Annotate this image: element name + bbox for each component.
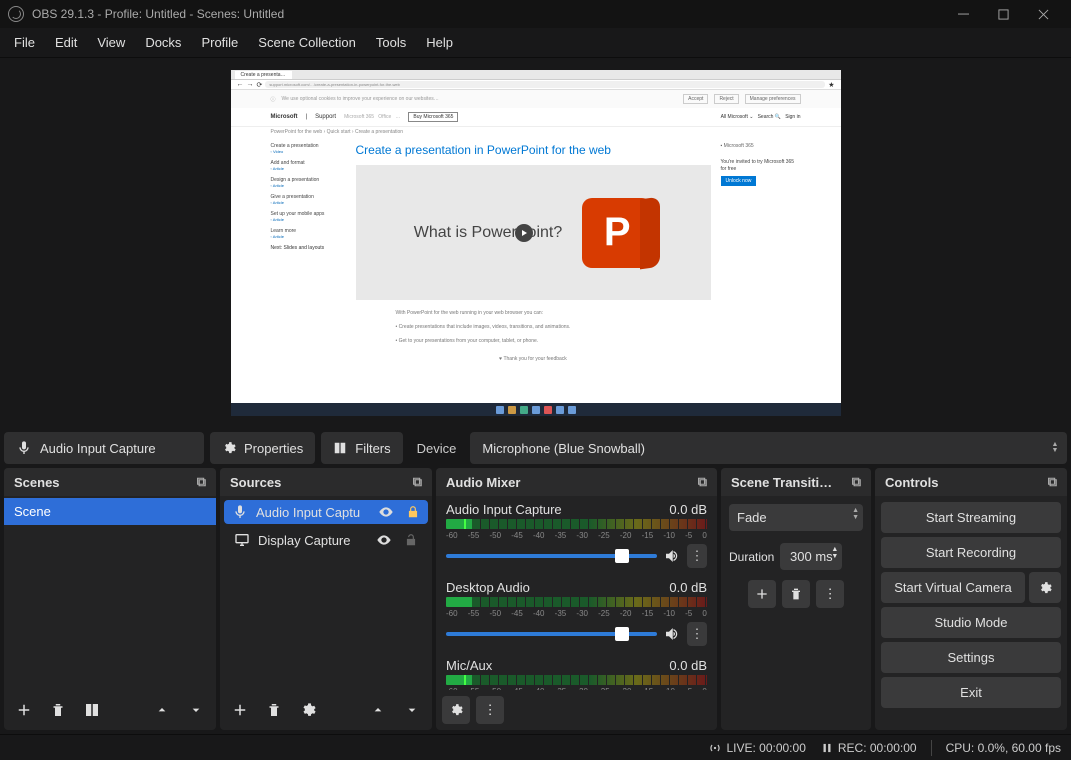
broadcast-icon — [708, 741, 722, 755]
statusbar: LIVE: 00:00:00 REC: 00:00:00 CPU: 0.0%, … — [0, 734, 1071, 760]
device-select[interactable]: Microphone (Blue Snowball) ▲▼ — [470, 432, 1067, 464]
popout-icon[interactable]: ⧉ — [197, 474, 206, 490]
volume-slider[interactable] — [446, 632, 657, 636]
source-down-button[interactable] — [398, 696, 426, 724]
mixer-title: Audio Mixer — [446, 475, 520, 490]
mixer-channel: Audio Input Capture0.0 dB -60-55-50-45-4… — [436, 498, 717, 576]
chevron-updown-icon: ▲▼ — [831, 546, 838, 560]
mixer-channel: Mic/Aux0.0 dB -60-55-50-45-40-35-30-25-2… — [436, 654, 717, 690]
source-up-button[interactable] — [364, 696, 392, 724]
scene-item[interactable]: Scene — [4, 498, 216, 525]
scene-down-button[interactable] — [182, 696, 210, 724]
studio-mode-button[interactable]: Studio Mode — [881, 607, 1061, 638]
chevron-updown-icon: ▲▼ — [852, 507, 859, 521]
unlock-icon[interactable] — [404, 533, 418, 547]
selected-source-label: Audio Input Capture — [40, 441, 156, 456]
start-virtual-camera-button[interactable]: Start Virtual Camera — [881, 572, 1025, 603]
obs-logo-icon — [8, 6, 24, 22]
level-meter — [446, 519, 707, 529]
lock-icon[interactable] — [406, 505, 420, 519]
popout-icon[interactable]: ⧉ — [1048, 474, 1057, 490]
menu-help[interactable]: Help — [416, 31, 463, 54]
speaker-icon[interactable] — [663, 625, 681, 643]
transitions-title: Scene Transiti… — [731, 475, 832, 490]
source-item[interactable]: Display Capture — [224, 526, 428, 554]
record-status: REC: 00:00:00 — [820, 741, 917, 755]
meter-ticks: -60-55-50-45-40-35-30-25-20-15-10-50 — [446, 609, 707, 618]
preview-area[interactable]: Create a presenta… ←→⟳support.microsoft.… — [0, 58, 1071, 428]
gear-icon — [222, 441, 236, 455]
pause-icon — [820, 741, 834, 755]
stream-status: LIVE: 00:00:00 — [708, 741, 805, 755]
cpu-status: CPU: 0.0%, 60.00 fps — [946, 741, 1061, 755]
menu-scene-collection[interactable]: Scene Collection — [248, 31, 366, 54]
sources-dock: Sources ⧉ Audio Input Captu Display Captu… — [220, 468, 432, 730]
settings-button[interactable]: Settings — [881, 642, 1061, 673]
scene-up-button[interactable] — [148, 696, 176, 724]
source-properties-button[interactable] — [294, 696, 322, 724]
controls-title: Controls — [885, 475, 938, 490]
source-context-bar: Audio Input Capture Properties Filters D… — [0, 428, 1071, 468]
source-item[interactable]: Audio Input Captu — [224, 500, 428, 524]
volume-slider[interactable] — [446, 554, 657, 558]
mixer-settings-button[interactable] — [442, 696, 470, 724]
menu-docks[interactable]: Docks — [135, 31, 191, 54]
close-button[interactable] — [1023, 0, 1063, 28]
audio-mixer-dock: Audio Mixer ⧉ Audio Input Capture0.0 dB -… — [436, 468, 717, 730]
scenes-title: Scenes — [14, 475, 60, 490]
menu-edit[interactable]: Edit — [45, 31, 87, 54]
remove-source-button[interactable] — [260, 696, 288, 724]
menu-file[interactable]: File — [4, 31, 45, 54]
channel-menu-button[interactable]: ⋮ — [687, 544, 707, 568]
popout-icon[interactable]: ⧉ — [413, 474, 422, 490]
minimize-button[interactable] — [943, 0, 983, 28]
properties-button[interactable]: Properties — [210, 432, 315, 464]
maximize-button[interactable] — [983, 0, 1023, 28]
duration-input[interactable]: 300 ms ▲▼ — [780, 543, 842, 570]
eye-icon[interactable] — [376, 532, 392, 548]
add-scene-button[interactable] — [10, 696, 38, 724]
transition-select[interactable]: Fade ▲▼ — [729, 504, 863, 531]
selected-source-pill: Audio Input Capture — [4, 432, 204, 464]
remove-scene-button[interactable] — [44, 696, 72, 724]
preview-canvas: Create a presenta… ←→⟳support.microsoft.… — [231, 70, 841, 416]
mixer-channel: Desktop Audio0.0 dB -60-55-50-45-40-35-3… — [436, 576, 717, 654]
channel-menu-button[interactable]: ⋮ — [687, 622, 707, 646]
mic-icon — [232, 504, 248, 520]
level-meter — [446, 675, 707, 685]
popout-icon[interactable]: ⧉ — [852, 474, 861, 490]
duration-label: Duration — [729, 550, 774, 564]
add-source-button[interactable] — [226, 696, 254, 724]
virtual-camera-settings-button[interactable] — [1029, 572, 1061, 603]
scenes-dock: Scenes ⧉ Scene — [4, 468, 216, 730]
filters-button[interactable]: Filters — [321, 432, 402, 464]
transition-menu-button[interactable]: ⋮ — [816, 580, 844, 608]
add-transition-button[interactable] — [748, 580, 776, 608]
popout-icon[interactable]: ⧉ — [698, 474, 707, 490]
menu-tools[interactable]: Tools — [366, 31, 416, 54]
start-recording-button[interactable]: Start Recording — [881, 537, 1061, 568]
sources-title: Sources — [230, 475, 281, 490]
transitions-dock: Scene Transiti… ⧉ Fade ▲▼ Duration 300 ms… — [721, 468, 871, 730]
meter-ticks: -60-55-50-45-40-35-30-25-20-15-10-50 — [446, 531, 707, 540]
titlebar: OBS 29.1.3 - Profile: Untitled - Scenes:… — [0, 0, 1071, 28]
device-label: Device — [409, 441, 465, 456]
start-streaming-button[interactable]: Start Streaming — [881, 502, 1061, 533]
scene-filter-button[interactable] — [78, 696, 106, 724]
remove-transition-button[interactable] — [782, 580, 810, 608]
mixer-menu-button[interactable]: ⋮ — [476, 696, 504, 724]
window-title: OBS 29.1.3 - Profile: Untitled - Scenes:… — [32, 7, 284, 21]
speaker-icon[interactable] — [663, 547, 681, 565]
menu-view[interactable]: View — [87, 31, 135, 54]
level-meter — [446, 597, 707, 607]
menubar: File Edit View Docks Profile Scene Colle… — [0, 28, 1071, 58]
menu-profile[interactable]: Profile — [191, 31, 248, 54]
mic-icon — [16, 440, 32, 456]
controls-dock: Controls ⧉ Start Streaming Start Recordin… — [875, 468, 1067, 730]
eye-icon[interactable] — [378, 504, 394, 520]
filters-icon — [333, 441, 347, 455]
monitor-icon — [234, 532, 250, 548]
exit-button[interactable]: Exit — [881, 677, 1061, 708]
chevron-updown-icon: ▲▼ — [1047, 442, 1063, 454]
